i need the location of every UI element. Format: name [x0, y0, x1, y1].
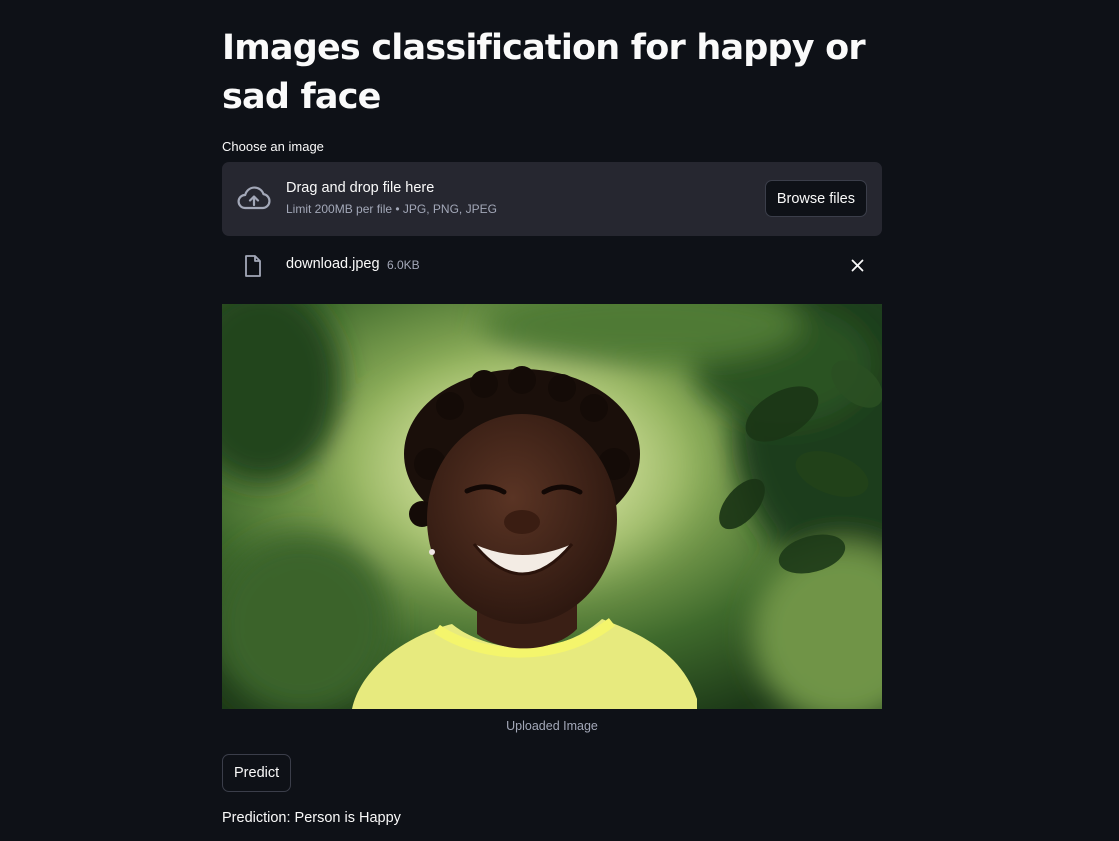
file-dropzone[interactable]: Drag and drop file here Limit 200MB per …	[222, 162, 882, 236]
file-icon	[243, 254, 263, 278]
file-name: download.jpeg	[286, 256, 380, 272]
close-icon[interactable]	[851, 259, 864, 272]
predict-button[interactable]: Predict	[222, 754, 292, 792]
drop-instruction: Drag and drop file here	[286, 180, 435, 196]
prediction-result: Prediction: Person is Happy	[222, 810, 401, 826]
uploaded-file-row: download.jpeg 6.0KB	[222, 245, 882, 285]
dropzone-instructions: Drag and drop file here Limit 200MB per …	[286, 180, 497, 216]
page-title: Images classification for happy or sad f…	[222, 28, 866, 117]
file-limit-text: Limit 200MB per file • JPG, PNG, JPEG	[286, 202, 497, 216]
uploaded-image	[222, 304, 882, 709]
image-caption: Uploaded Image	[506, 719, 598, 733]
browse-files-button[interactable]: Browse files	[764, 180, 867, 217]
cloud-upload-icon	[236, 184, 272, 214]
uploader-label: Choose an image	[222, 139, 324, 154]
file-size: 6.0KB	[387, 258, 420, 272]
